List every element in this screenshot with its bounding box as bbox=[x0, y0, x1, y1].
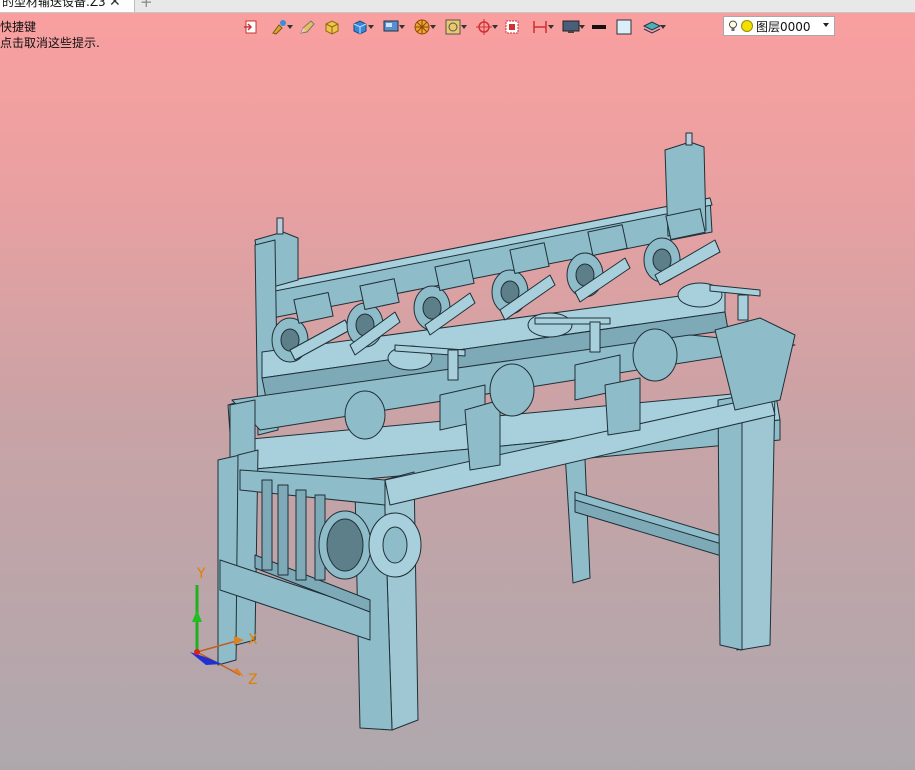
model-viewport[interactable] bbox=[0, 0, 915, 770]
back-panel bbox=[254, 132, 713, 319]
axis-x-label: X bbox=[248, 632, 258, 648]
axis-z-label: Z bbox=[248, 672, 258, 688]
axis-y-label: Y bbox=[197, 566, 206, 582]
